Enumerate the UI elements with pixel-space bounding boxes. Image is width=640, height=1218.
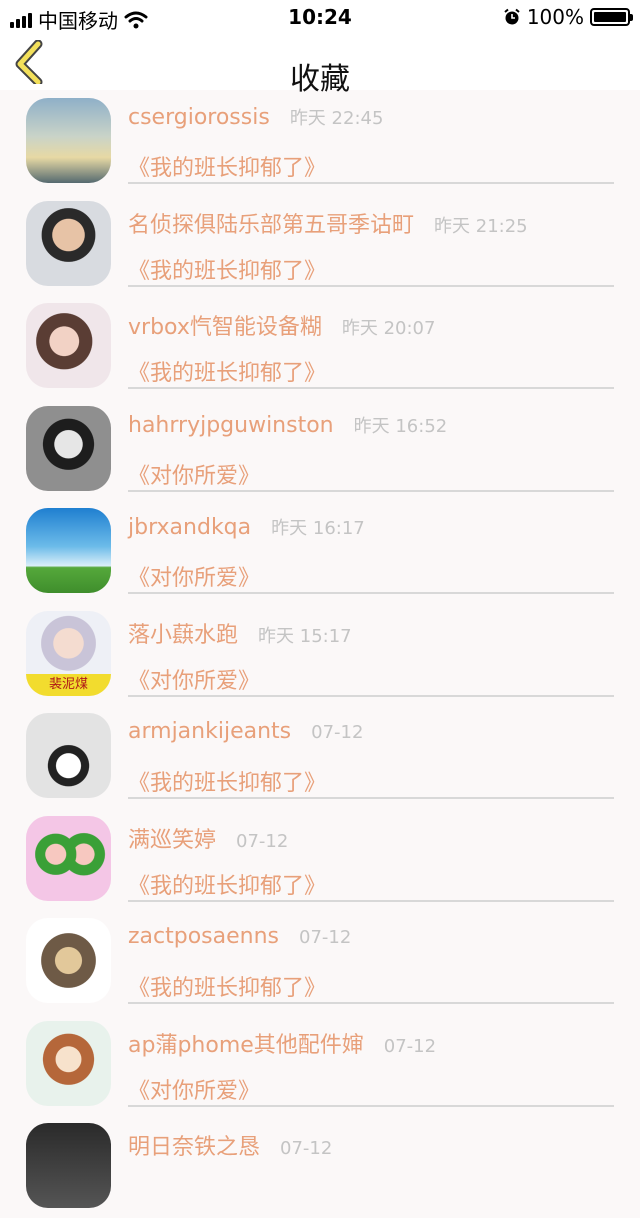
item-time: 昨天 15:17	[258, 625, 352, 647]
alarm-icon	[504, 8, 520, 25]
battery-percent: 100%	[526, 5, 584, 29]
status-bar: 中国移动 10:24 100%	[0, 0, 640, 34]
item-time: 昨天 16:17	[271, 518, 365, 539]
status-right: 100%	[503, 5, 633, 29]
avatar	[26, 405, 111, 491]
item-title: 《我的班长抑郁了》	[128, 771, 327, 796]
list-item[interactable]: 名侦探俱陆乐部第五哥季诂町 昨天 21:25 《我的班长抑郁了》	[0, 193, 640, 296]
list-item[interactable]: ap蒲phome其他配件婶 07-12 《对你所爱》	[0, 1013, 640, 1116]
list-item[interactable]: vrbox忾智能设备糊 昨天 20:07 《我的班长抑郁了》	[0, 295, 640, 398]
avatar: 裴泥煤	[26, 610, 111, 696]
item-title: 《我的班长抑郁了》	[128, 156, 327, 181]
item-title: 《对你所爱》	[128, 566, 261, 591]
item-time: 昨天 21:25	[434, 215, 528, 237]
divider	[128, 387, 614, 389]
battery-icon	[590, 8, 633, 26]
avatar	[26, 815, 111, 901]
list-item[interactable]: armjankijeants 07-12 《我的班长抑郁了》	[0, 705, 640, 808]
divider	[128, 1104, 614, 1107]
item-title: 《对你所爱》	[128, 668, 261, 694]
list-item[interactable]: csergiorossis 昨天 22:45 《我的班长抑郁了》	[0, 90, 640, 193]
item-time: 昨天 22:45	[289, 108, 384, 129]
avatar	[26, 1123, 111, 1208]
item-title: 《对你所爱》	[128, 463, 261, 489]
avatar	[26, 200, 111, 286]
item-name: vrbox忾智能设备糊	[128, 315, 322, 340]
avatar	[26, 1020, 111, 1106]
avatar-caption: 裴泥煤	[26, 673, 111, 696]
item-title: 《对你所爱》	[128, 1078, 261, 1104]
item-time: 07-12	[280, 1138, 333, 1159]
item-time: 07-12	[383, 1035, 437, 1057]
avatar	[26, 508, 111, 593]
item-name: zactposaenns	[128, 924, 280, 949]
item-title: 《我的班长抑郁了》	[128, 258, 327, 284]
item-title: 《我的班长抑郁了》	[128, 976, 327, 1001]
item-name: csergiorossis	[128, 105, 270, 130]
divider	[128, 284, 614, 287]
nav-bar: 收藏	[0, 34, 640, 97]
list-item[interactable]: 明日奈铁之恳 07-12	[0, 1115, 640, 1218]
list-item[interactable]: hahrryjpguwinston 昨天 16:52 《对你所爱》	[0, 398, 640, 501]
item-title: 《我的班长抑郁了》	[128, 361, 327, 386]
divider	[128, 489, 614, 492]
item-name: 满巡笑婷	[128, 827, 217, 853]
item-name: armjankijeants	[128, 719, 292, 744]
item-name: 明日奈铁之恳	[128, 1135, 261, 1160]
list-item[interactable]: jbrxandkqa 昨天 16:17 《对你所爱》	[0, 500, 640, 603]
divider	[128, 899, 614, 902]
item-title: 《我的班长抑郁了》	[128, 873, 327, 899]
item-time: 07-12	[299, 927, 352, 948]
item-name: 名侦探俱陆乐部第五哥季诂町	[128, 212, 415, 238]
avatar	[26, 303, 111, 388]
favorites-list: csergiorossis 昨天 22:45 《我的班长抑郁了》 名侦探俱陆乐部…	[0, 90, 640, 1218]
avatar	[26, 918, 111, 1003]
list-item[interactable]: 满巡笑婷 07-12 《我的班长抑郁了》	[0, 808, 640, 911]
item-time: 07-12	[311, 722, 364, 743]
divider	[128, 592, 614, 594]
item-name: ap蒲phome其他配件婶	[128, 1032, 364, 1058]
item-name: 落小蕻水跑	[128, 622, 239, 648]
item-time: 07-12	[236, 830, 289, 852]
item-time: 昨天 16:52	[353, 415, 448, 437]
divider	[128, 1002, 614, 1004]
item-time: 昨天 20:07	[341, 318, 436, 339]
divider	[128, 182, 614, 184]
item-name: hahrryjpguwinston	[128, 412, 334, 438]
list-item[interactable]: 裴泥煤 落小蕻水跑 昨天 15:17 《对你所爱》	[0, 603, 640, 706]
divider	[128, 694, 614, 697]
list-item[interactable]: zactposaenns 07-12 《我的班长抑郁了》	[0, 910, 640, 1013]
divider	[128, 797, 614, 799]
avatar	[26, 98, 111, 183]
item-name: jbrxandkqa	[128, 515, 252, 540]
avatar	[26, 713, 111, 798]
